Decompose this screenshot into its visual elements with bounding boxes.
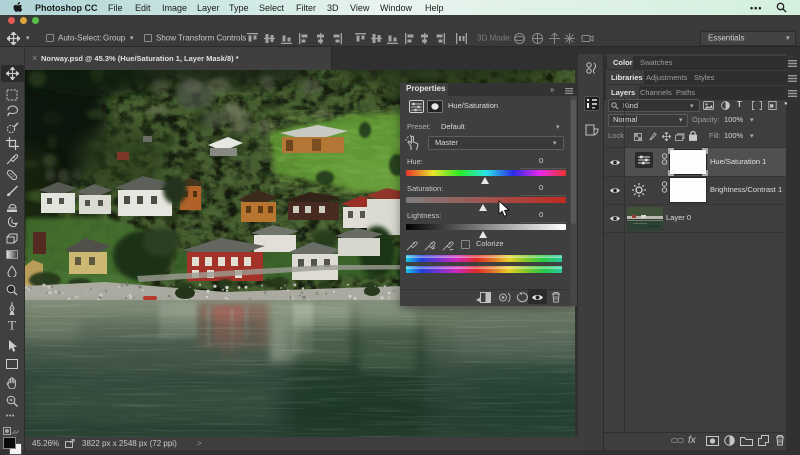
svg-text:-: - [450, 247, 452, 251]
svg-text:T: T [8, 319, 16, 331]
svg-text:+: + [432, 247, 435, 251]
